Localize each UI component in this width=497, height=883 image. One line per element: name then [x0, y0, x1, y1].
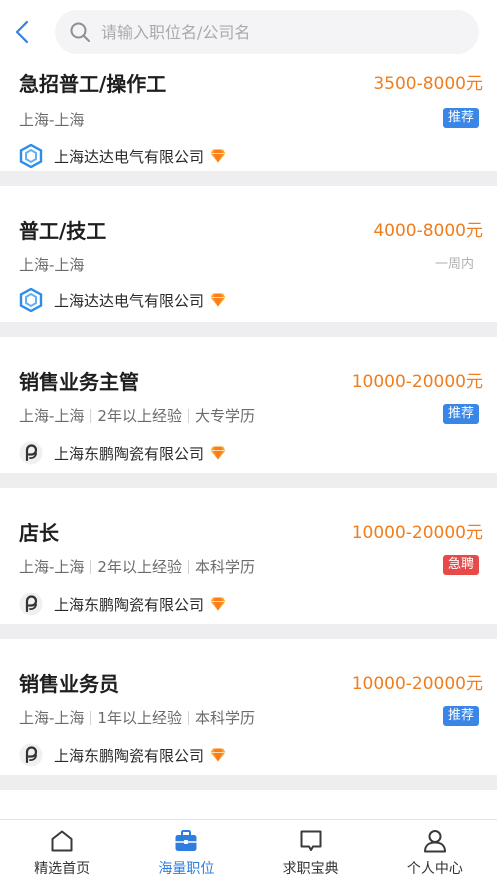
company-row[interactable]: 上海达达电气有限公司	[19, 288, 226, 312]
salary: 10000-20000元	[351, 674, 483, 694]
company-row[interactable]: 上海东鹏陶瓷有限公司	[19, 441, 226, 465]
job-title: 普工/技工	[19, 219, 107, 243]
job-card[interactable]: 普工/技工 4000-8000元 上海-上海 一周内 上海达达电气有限公司	[0, 186, 497, 337]
location: 上海-上海	[19, 558, 85, 576]
job-meta: 上海-上海 1年以上经验 本科学历	[19, 707, 255, 728]
education: 本科学历	[194, 558, 255, 576]
job-title: 销售业务主管	[19, 370, 139, 394]
company-name: 上海东鹏陶瓷有限公司	[54, 444, 205, 463]
education: 大专学历	[194, 407, 255, 425]
briefcase-icon	[175, 830, 197, 851]
salary: 4000-8000元	[373, 221, 483, 241]
bottom-nav: 精选首页 海量职位 求职宝典 个人中心	[0, 819, 497, 883]
experience: 1年以上经验	[97, 709, 182, 727]
search-icon	[70, 22, 90, 42]
user-icon	[423, 830, 446, 853]
job-card[interactable]: 店长 10000-20000元 上海-上海 2年以上经验 本科学历 急聘 上海东…	[0, 488, 497, 639]
job-card[interactable]: 急招普工/操作工 3500-8000元 上海-上海 推荐 上海达达电气有限公司	[0, 64, 497, 186]
posted-time: 一周内	[434, 257, 474, 272]
job-meta: 上海-上海 2年以上经验 本科学历	[19, 556, 255, 577]
company-name: 上海达达电气有限公司	[54, 291, 205, 310]
meta-divider	[90, 408, 92, 423]
job-list: 急招普工/操作工 3500-8000元 上海-上海 推荐 上海达达电气有限公司	[0, 64, 497, 790]
nav-label: 个人中心	[406, 861, 463, 877]
diamond-icon	[210, 149, 226, 163]
meta-divider	[187, 408, 189, 423]
location: 上海-上海	[19, 407, 85, 425]
company-name: 上海东鹏陶瓷有限公司	[54, 595, 205, 614]
nav-item-guide[interactable]: 求职宝典	[249, 820, 373, 883]
nav-label: 海量职位	[158, 861, 215, 877]
diamond-icon	[210, 293, 226, 307]
home-icon	[51, 830, 73, 852]
location: 上海-上海	[19, 111, 85, 129]
job-card[interactable]: 销售业务主管 10000-20000元 上海-上海 2年以上经验 大专学历 推荐…	[0, 337, 497, 488]
dongpeng-logo-icon	[19, 592, 43, 616]
job-meta: 上海-上海	[19, 254, 84, 275]
nav-label: 精选首页	[34, 861, 91, 877]
back-arrow-icon	[15, 20, 29, 44]
meta-divider	[90, 559, 92, 574]
tag-badge: 推荐	[442, 404, 479, 424]
meta-divider	[187, 559, 189, 574]
search-input[interactable]	[101, 22, 441, 42]
message-icon	[300, 830, 322, 851]
location: 上海-上海	[19, 256, 85, 274]
experience: 2年以上经验	[97, 558, 182, 576]
salary: 10000-20000元	[351, 372, 483, 392]
salary: 10000-20000元	[351, 523, 483, 543]
top-bar	[0, 0, 497, 64]
education: 本科学历	[194, 709, 255, 727]
diamond-icon	[210, 748, 226, 762]
salary: 3500-8000元	[373, 74, 483, 94]
dongpeng-logo-icon	[19, 743, 43, 767]
nav-item-jobs[interactable]: 海量职位	[124, 820, 248, 883]
job-list-page: 急招普工/操作工 3500-8000元 上海-上海 推荐 上海达达电气有限公司	[0, 0, 497, 883]
job-title: 店长	[19, 521, 59, 545]
dongpeng-logo-icon	[19, 441, 43, 465]
tag-badge: 急聘	[442, 555, 479, 575]
company-name: 上海东鹏陶瓷有限公司	[54, 746, 205, 765]
location: 上海-上海	[19, 709, 85, 727]
tag-badge: 推荐	[442, 706, 479, 726]
diamond-icon	[210, 446, 226, 460]
experience: 2年以上经验	[97, 407, 182, 425]
meta-divider	[90, 710, 92, 725]
meta-divider	[187, 710, 189, 725]
nav-item-profile[interactable]: 个人中心	[373, 820, 497, 883]
dada-logo-icon	[19, 288, 43, 312]
nav-label: 求职宝典	[282, 861, 339, 877]
company-row[interactable]: 上海东鹏陶瓷有限公司	[19, 592, 226, 616]
company-name: 上海达达电气有限公司	[54, 147, 205, 166]
job-card[interactable]: 销售业务员 10000-20000元 上海-上海 1年以上经验 本科学历 推荐 …	[0, 639, 497, 790]
job-meta: 上海-上海	[19, 109, 84, 130]
job-title: 急招普工/操作工	[19, 72, 167, 96]
company-row[interactable]: 上海达达电气有限公司	[19, 144, 226, 168]
search-box[interactable]	[55, 10, 479, 54]
job-meta: 上海-上海 2年以上经验 大专学历	[19, 405, 255, 426]
job-title: 销售业务员	[19, 672, 119, 696]
tag-badge: 推荐	[442, 108, 479, 128]
back-button[interactable]	[10, 18, 34, 46]
company-row[interactable]: 上海东鹏陶瓷有限公司	[19, 743, 226, 767]
dada-logo-icon	[19, 144, 43, 168]
diamond-icon	[210, 597, 226, 611]
nav-item-home[interactable]: 精选首页	[0, 820, 124, 883]
